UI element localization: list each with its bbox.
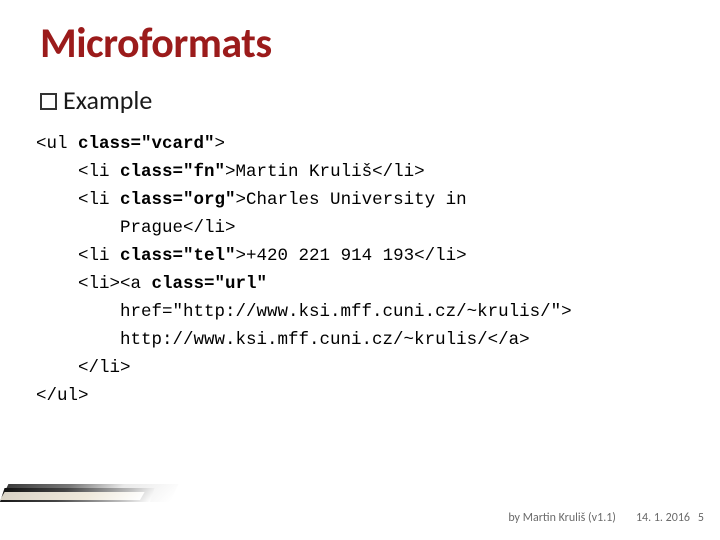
slide-title: Microformats xyxy=(40,22,680,66)
square-bullet-icon xyxy=(40,93,57,110)
subheading-text: Example xyxy=(63,84,152,116)
subheading-row: Example xyxy=(40,84,680,116)
footer-page-number: 5 xyxy=(698,511,704,525)
slide-decoration-icon xyxy=(0,476,180,502)
footer-author: by Martin Kruliš (v1.1) xyxy=(508,511,616,525)
code-block: <ul class="vcard"> <li class="fn">Martin… xyxy=(36,130,680,410)
slide-footer: by Martin Kruliš (v1.1) 14. 1. 2016 5 xyxy=(40,511,690,525)
footer-date: 14. 1. 2016 xyxy=(636,511,690,525)
